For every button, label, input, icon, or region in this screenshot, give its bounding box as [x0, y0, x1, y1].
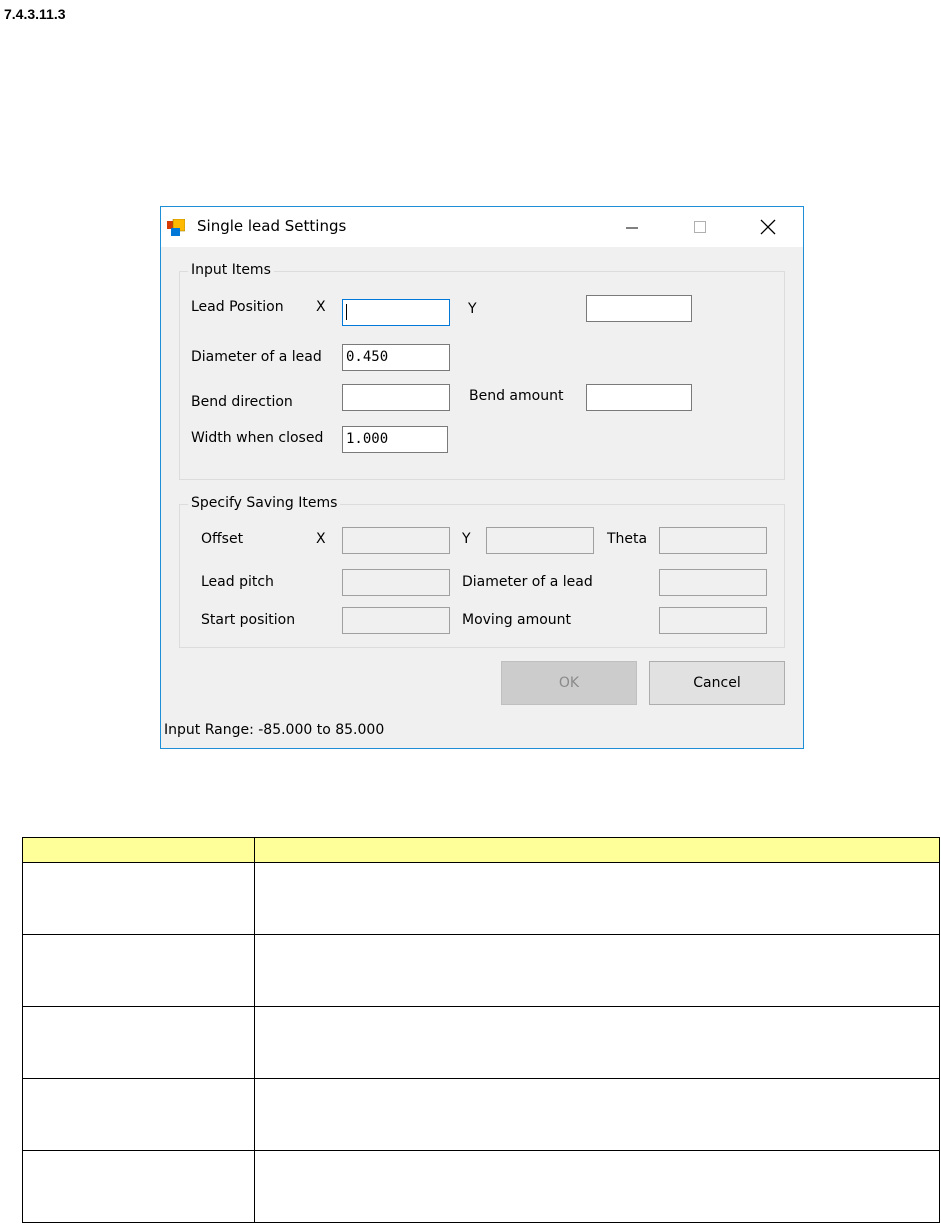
bend-amount-label: Bend amount	[469, 388, 564, 404]
description-table	[22, 837, 940, 1223]
table-header-cell	[254, 837, 940, 863]
theta-input[interactable]	[659, 527, 767, 554]
table-header-row	[22, 837, 940, 863]
table-cell	[22, 1078, 255, 1151]
lead-x-label: X	[316, 299, 326, 315]
title-bar: Single lead Settings	[161, 207, 803, 247]
table-row	[22, 1078, 940, 1151]
app-icon	[167, 219, 185, 236]
width-closed-input[interactable]: 1.000	[342, 426, 448, 453]
table-cell	[254, 862, 940, 935]
maximize-button[interactable]	[677, 207, 723, 247]
lead-pitch-label: Lead pitch	[201, 574, 274, 590]
start-position-label: Start position	[201, 612, 296, 628]
table-cell	[22, 1150, 255, 1223]
lead-position-label: Lead Position	[191, 299, 284, 315]
table-row	[22, 934, 940, 1007]
ok-button[interactable]: OK	[501, 661, 637, 705]
offset-y-label: Y	[462, 531, 471, 547]
table-cell	[254, 1078, 940, 1151]
bend-direction-input[interactable]	[342, 384, 450, 411]
table-row	[22, 862, 940, 935]
offset-label: Offset	[201, 531, 244, 547]
section-number: 7.4.3.11.3	[4, 6, 66, 22]
table-cell	[22, 934, 255, 1007]
offset-x-input[interactable]	[342, 527, 450, 554]
table-cell	[22, 1006, 255, 1079]
saving-items-legend: Specify Saving Items	[188, 495, 341, 511]
lead-y-input[interactable]	[586, 295, 692, 322]
input-items-legend: Input Items	[188, 262, 274, 278]
cancel-button[interactable]: Cancel	[649, 661, 785, 705]
text-caret	[346, 304, 347, 320]
table-row	[22, 1150, 940, 1223]
offset-x-label: X	[316, 531, 326, 547]
lead-x-input[interactable]	[342, 299, 450, 326]
offset-y-input[interactable]	[486, 527, 594, 554]
table-cell	[254, 1150, 940, 1223]
start-position-input[interactable]	[342, 607, 450, 634]
moving-amount-label: Moving amount	[462, 612, 572, 628]
close-icon	[760, 219, 776, 235]
saving-diameter-input[interactable]	[659, 569, 767, 596]
minimize-icon	[626, 227, 638, 229]
theta-label: Theta	[607, 531, 648, 547]
table-cell	[22, 862, 255, 935]
diameter-input[interactable]: 0.450	[342, 344, 450, 371]
close-button[interactable]	[745, 207, 791, 247]
lead-pitch-input[interactable]	[342, 569, 450, 596]
window-title: Single lead Settings	[197, 217, 347, 235]
table-header-cell	[22, 837, 255, 863]
table-cell	[254, 934, 940, 1007]
maximize-icon	[694, 221, 706, 233]
table-row	[22, 1006, 940, 1079]
single-lead-settings-dialog: Single lead Settings Input Items Lead Po…	[160, 206, 804, 749]
saving-diameter-label: Diameter of a lead	[462, 574, 593, 590]
status-bar: Input Range: -85.000 to 85.000	[161, 717, 803, 748]
bend-direction-label: Bend direction	[191, 394, 293, 410]
diameter-label: Diameter of a lead	[191, 349, 322, 365]
width-closed-label: Width when closed	[191, 430, 324, 446]
minimize-button[interactable]	[609, 207, 655, 247]
bend-amount-input[interactable]	[586, 384, 692, 411]
moving-amount-input[interactable]	[659, 607, 767, 634]
table-cell	[254, 1006, 940, 1079]
lead-y-label: Y	[468, 301, 477, 317]
